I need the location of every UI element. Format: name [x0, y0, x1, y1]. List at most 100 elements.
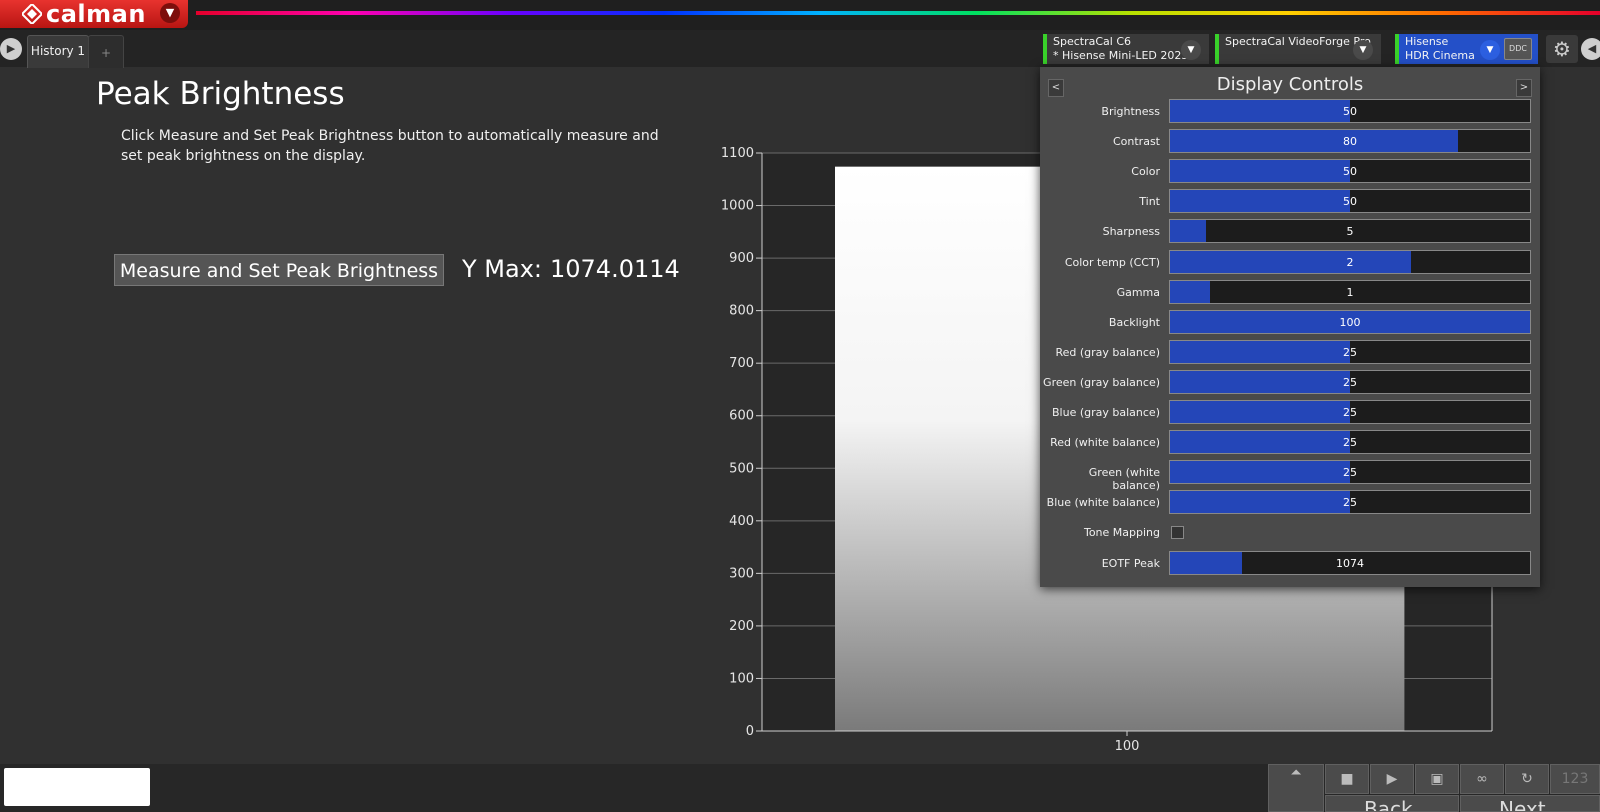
counter-display: 123 [1550, 764, 1600, 794]
back-label: Back [1364, 797, 1413, 812]
display-control-slider[interactable]: 50 [1169, 99, 1531, 123]
save-icon: ▣ [1430, 771, 1444, 787]
slider-value: 2 [1346, 255, 1354, 269]
next-label: Next [1499, 797, 1546, 812]
stop-button[interactable]: ■ [1325, 764, 1369, 794]
bottom-text-field[interactable] [4, 768, 150, 806]
y-tick-label: 700 [729, 356, 754, 371]
calman-logo[interactable]: calman ▼ [0, 0, 188, 28]
source-device-selector[interactable]: SpectraCal VideoForge Pro ▼ [1215, 34, 1381, 64]
slider-value: 25 [1343, 345, 1357, 359]
tab-bar: ▶ History 1 + SpectraCal C6 * Hisense Mi… [0, 30, 1600, 68]
page-title: Peak Brightness [96, 76, 345, 112]
brand-name: calman [46, 0, 146, 28]
display-control-label: Color [1131, 165, 1160, 179]
back-button[interactable]: Back [1325, 795, 1459, 812]
display-control-label: Red (gray balance) [1055, 345, 1160, 359]
display-control-row: Gamma 1 [1040, 279, 1540, 306]
tone-mapping-label: Tone Mapping [1083, 526, 1160, 540]
stop-icon: ■ [1340, 771, 1354, 787]
display-control-row: Tint 50 [1040, 189, 1540, 215]
display-control-slider[interactable]: 1 [1169, 279, 1531, 304]
tab-history-1[interactable]: History 1 [27, 35, 89, 68]
y-tick-label: 900 [729, 251, 754, 266]
display-control-slider[interactable]: 25 [1169, 400, 1531, 424]
app-menu-chevron-icon[interactable]: ▼ [160, 3, 180, 23]
expand-left-arrow-icon[interactable]: ▶ [0, 38, 22, 60]
y-tick-label: 300 [729, 566, 754, 581]
display-control-label: Green (white balance) [1088, 466, 1160, 493]
next-button[interactable]: Next [1460, 795, 1600, 812]
collapse-right-arrow-icon[interactable]: ◀ [1581, 38, 1600, 60]
display-control-slider[interactable]: 25 [1169, 430, 1531, 455]
display-control-label: Tint [1139, 195, 1160, 209]
workflow-controls: ⏶ ■ ▶ ▣ ∞ ↻ 123 Back Next [1268, 764, 1600, 812]
display-control-slider[interactable]: 80 [1169, 129, 1531, 154]
play-icon: ▶ [1386, 771, 1398, 787]
instructions-text: Click Measure and Set Peak Brightness bu… [121, 128, 659, 164]
play-button[interactable]: ▶ [1370, 764, 1414, 794]
gear-icon[interactable]: ⚙ [1546, 35, 1578, 63]
eotf-peak-row: EOTF Peak 1074 [1040, 550, 1540, 577]
chevron-up-icon: ⏶ [1290, 765, 1302, 781]
display-control-row: Contrast 80 [1040, 129, 1540, 155]
collapse-panel-button[interactable]: ⏶ [1268, 764, 1324, 812]
top-bar: calman ▼ [0, 0, 1600, 30]
tone-mapping-row: Tone Mapping [1040, 520, 1540, 546]
slider-value: 1 [1346, 285, 1354, 299]
infinity-icon: ∞ [1476, 771, 1488, 787]
slider-value: 25 [1343, 375, 1357, 389]
display-control-row: Brightness 50 [1040, 99, 1540, 125]
display-control-row: Red (gray balance) 25 [1040, 339, 1540, 366]
display-control-slider[interactable]: 25 [1169, 369, 1531, 394]
display-control-slider[interactable]: 25 [1169, 490, 1531, 515]
display-device-selector[interactable]: Hisense HDR Cinema ▼ DDC [1395, 34, 1538, 64]
display-control-slider[interactable]: 25 [1169, 460, 1531, 485]
display-dropdown-chevron-icon[interactable]: ▼ [1480, 40, 1500, 60]
ymax-label: Y Max: [462, 255, 542, 283]
add-tab-plus-icon[interactable]: + [88, 35, 124, 68]
continuous-button[interactable]: ∞ [1460, 764, 1504, 794]
display-control-label: Brightness [1101, 105, 1160, 118]
display-control-row: Backlight 100 [1040, 309, 1540, 336]
source-dropdown-chevron-icon[interactable]: ▼ [1353, 40, 1373, 60]
display-control-slider[interactable]: 25 [1169, 339, 1531, 364]
save-button[interactable]: ▣ [1415, 764, 1459, 794]
eotf-peak-label: EOTF Peak [1101, 556, 1160, 570]
display-controls-panel: < Display Controls > Brightness 50 Contras… [1040, 67, 1540, 587]
y-tick-label: 1000 [721, 199, 754, 214]
display-controls-next-button[interactable]: > [1516, 79, 1532, 97]
display-control-row: Green (gray balance) 25 [1040, 369, 1540, 396]
y-tick-label: 200 [729, 619, 754, 634]
display-control-slider[interactable]: 50 [1169, 189, 1531, 214]
meter-dropdown-chevron-icon[interactable]: ▼ [1181, 40, 1201, 60]
display-control-slider[interactable]: 100 [1169, 309, 1531, 334]
display-control-label: Blue (white balance) [1046, 496, 1160, 510]
display-control-label: Gamma [1116, 285, 1160, 299]
slider-value: 50 [1343, 195, 1357, 209]
ddc-monitor-icon[interactable]: DDC [1504, 38, 1532, 60]
slider-value: 25 [1343, 496, 1357, 510]
display-control-row: Blue (gray balance) 25 [1040, 400, 1540, 426]
y-tick-label: 0 [746, 724, 754, 739]
slider-value: 80 [1343, 135, 1357, 149]
y-tick-label: 600 [729, 409, 754, 424]
slider-value: 25 [1343, 406, 1357, 419]
display-control-row: Sharpness 5 [1040, 219, 1540, 245]
y-tick-label: 400 [729, 514, 754, 529]
measure-and-set-peak-brightness-button[interactable]: Measure and Set Peak Brightness [114, 254, 444, 286]
display-control-slider[interactable]: 50 [1169, 159, 1531, 184]
display-control-label: Sharpness [1102, 225, 1160, 239]
eotf-peak-slider[interactable]: 1074 [1169, 550, 1531, 575]
display-control-row: Red (white balance) 25 [1040, 430, 1540, 456]
y-tick-label: 500 [729, 461, 754, 476]
meter-device-selector[interactable]: SpectraCal C6 * Hisense Mini-LED 2023 ▼ [1043, 34, 1209, 64]
display-control-slider[interactable]: 5 [1169, 219, 1531, 244]
tone-mapping-checkbox[interactable] [1171, 526, 1184, 540]
refresh-button[interactable]: ↻ [1505, 764, 1549, 794]
display-control-label: Blue (gray balance) [1052, 406, 1160, 419]
slider-value: 50 [1343, 105, 1357, 118]
refresh-icon: ↻ [1521, 771, 1533, 787]
display-control-slider[interactable]: 2 [1169, 249, 1531, 274]
x-tick-label: 100 [1115, 739, 1140, 750]
